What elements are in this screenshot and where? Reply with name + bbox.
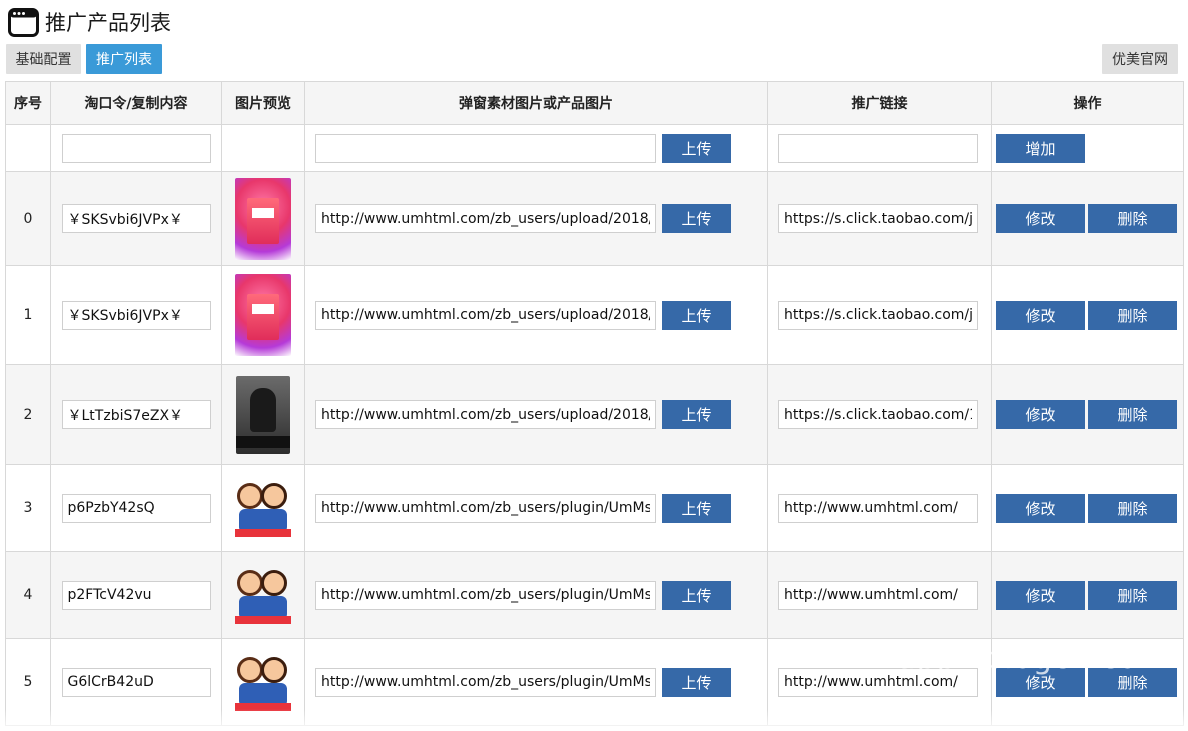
code-input[interactable] bbox=[61, 667, 211, 697]
official-site-button[interactable]: 优美官网 bbox=[1102, 44, 1178, 74]
header-image: 弹窗素材图片或产品图片 bbox=[304, 81, 768, 125]
product-thumbnail bbox=[236, 375, 290, 454]
code-input[interactable] bbox=[61, 580, 211, 610]
code-input[interactable] bbox=[61, 400, 211, 429]
new-link-input[interactable] bbox=[778, 133, 978, 163]
product-thumbnail bbox=[233, 649, 293, 715]
table-row: 1 上传 修改删除 bbox=[5, 265, 1184, 365]
table-row: 0 上传 修改删除 bbox=[5, 171, 1184, 266]
new-code-input[interactable] bbox=[61, 133, 211, 163]
header-actions: 操作 bbox=[991, 81, 1184, 125]
upload-button[interactable]: 上传 bbox=[662, 300, 731, 330]
row-index: 0 bbox=[5, 171, 51, 266]
new-item-row: 上传 增加 bbox=[5, 124, 1184, 172]
image-url-input[interactable] bbox=[315, 300, 656, 330]
tab-promo-list[interactable]: 推广列表 bbox=[86, 44, 162, 74]
promo-table: 序号 淘口令/复制内容 图片预览 弹窗素材图片或产品图片 推广链接 操作 上传 … bbox=[5, 81, 1184, 726]
upload-button[interactable]: 上传 bbox=[662, 580, 731, 610]
edit-button[interactable]: 修改 bbox=[996, 580, 1085, 610]
page-header: 推广产品列表 bbox=[8, 6, 171, 38]
header-code: 淘口令/复制内容 bbox=[50, 81, 222, 125]
table-row: 5 上传 修改删除 bbox=[5, 638, 1184, 726]
delete-button[interactable]: 删除 bbox=[1088, 300, 1177, 330]
table-row: 2 上传 修改删除 bbox=[5, 364, 1184, 465]
product-thumbnail bbox=[233, 562, 293, 628]
image-url-input[interactable] bbox=[315, 204, 656, 233]
code-input[interactable] bbox=[61, 300, 211, 330]
link-input[interactable] bbox=[778, 204, 978, 233]
delete-button[interactable]: 删除 bbox=[1088, 580, 1177, 610]
row-index: 2 bbox=[5, 364, 51, 465]
edit-button[interactable]: 修改 bbox=[996, 493, 1085, 523]
image-url-input[interactable] bbox=[315, 493, 656, 523]
edit-button[interactable]: 修改 bbox=[996, 204, 1085, 233]
header-link: 推广链接 bbox=[767, 81, 992, 125]
edit-button[interactable]: 修改 bbox=[996, 400, 1085, 429]
delete-button[interactable]: 删除 bbox=[1088, 400, 1177, 429]
edit-button[interactable]: 修改 bbox=[996, 300, 1085, 330]
link-input[interactable] bbox=[778, 300, 978, 330]
link-input[interactable] bbox=[778, 493, 978, 523]
table-header-row: 序号 淘口令/复制内容 图片预览 弹窗素材图片或产品图片 推广链接 操作 bbox=[5, 81, 1184, 125]
new-image-url-input[interactable] bbox=[315, 133, 656, 163]
new-upload-button[interactable]: 上传 bbox=[662, 133, 731, 163]
upload-button[interactable]: 上传 bbox=[662, 493, 731, 523]
delete-button[interactable]: 删除 bbox=[1088, 204, 1177, 233]
add-button[interactable]: 增加 bbox=[996, 133, 1085, 163]
row-index: 1 bbox=[5, 265, 51, 365]
window-icon bbox=[8, 7, 39, 37]
header-index: 序号 bbox=[5, 81, 51, 125]
row-index: 5 bbox=[5, 638, 51, 726]
image-url-input[interactable] bbox=[315, 667, 656, 697]
link-input[interactable] bbox=[778, 580, 978, 610]
table-row: 3 上传 修改删除 bbox=[5, 464, 1184, 552]
link-input[interactable] bbox=[778, 400, 978, 429]
image-url-input[interactable] bbox=[315, 580, 656, 610]
code-input[interactable] bbox=[61, 204, 211, 233]
delete-button[interactable]: 删除 bbox=[1088, 667, 1177, 697]
upload-button[interactable]: 上传 bbox=[662, 204, 731, 233]
upload-button[interactable]: 上传 bbox=[662, 400, 731, 429]
header-preview: 图片预览 bbox=[221, 81, 305, 125]
row-index: 3 bbox=[5, 464, 51, 552]
product-thumbnail bbox=[235, 274, 291, 356]
image-url-input[interactable] bbox=[315, 400, 656, 429]
row-index: 4 bbox=[5, 551, 51, 639]
product-thumbnail bbox=[233, 475, 293, 541]
table-row: 4 上传 修改删除 bbox=[5, 551, 1184, 639]
page-title: 推广产品列表 bbox=[45, 11, 171, 35]
product-thumbnail bbox=[235, 177, 291, 260]
upload-button[interactable]: 上传 bbox=[662, 667, 731, 697]
tab-basic-config[interactable]: 基础配置 bbox=[6, 44, 81, 74]
edit-button[interactable]: 修改 bbox=[996, 667, 1085, 697]
link-input[interactable] bbox=[778, 667, 978, 697]
code-input[interactable] bbox=[61, 493, 211, 523]
delete-button[interactable]: 删除 bbox=[1088, 493, 1177, 523]
